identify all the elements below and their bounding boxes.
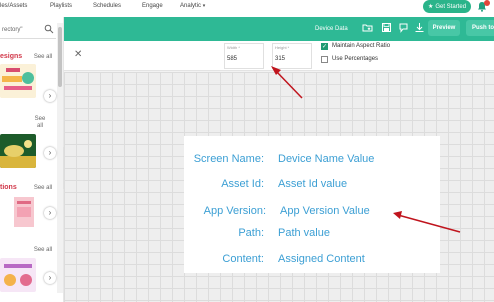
annotation-arrows	[271, 66, 461, 233]
annotation-arrow	[271, 66, 303, 99]
annotation-arrow	[393, 211, 461, 233]
